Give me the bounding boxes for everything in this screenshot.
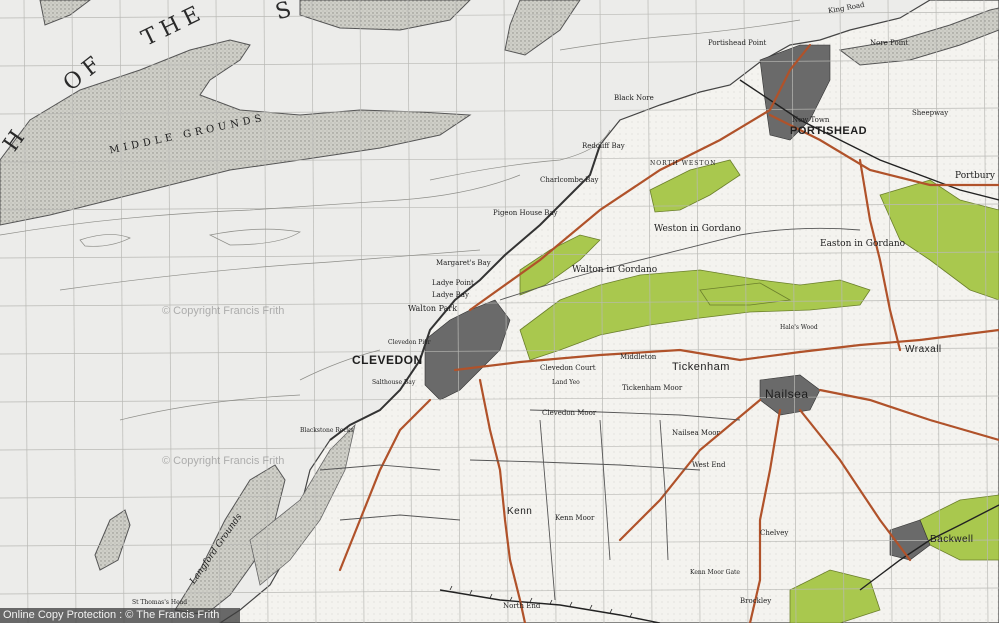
easton-in-gordano-label: Easton in Gordano <box>820 239 906 249</box>
margarets-bay-label: Margaret's Bay <box>436 259 491 267</box>
brockley-label: Brockley <box>740 597 772 605</box>
watermark-top: © Copyright Francis Frith <box>162 305 285 317</box>
clevedon-court-label: Clevedon Court <box>540 364 596 372</box>
blackstone-rocks-label: Blackstone Rocks <box>300 427 354 434</box>
ladye-bay-label: Ladye Bay <box>432 291 469 299</box>
black-nore-label: Black Nore <box>614 94 654 102</box>
watermark-bottom: © Copyright Francis Frith <box>162 455 285 467</box>
portbury-label: Portbury <box>955 171 995 181</box>
new-town-label: New Town <box>792 116 830 124</box>
west-end-label: West End <box>692 461 726 469</box>
tickenham-moor-label: Tickenham Moor <box>622 384 683 392</box>
ladye-point-label: Ladye Point <box>432 279 474 287</box>
weston-in-gordano-label: Weston in Gordano <box>654 224 741 234</box>
tickenham-label: Tickenham <box>672 361 730 373</box>
kenn-moor-gate-label: Kenn Moor Gate <box>690 569 740 576</box>
chelvey-label: Chelvey <box>760 529 789 537</box>
copyright-notice: Online Copy Protection : © The Francis F… <box>0 608 240 623</box>
north-end-label: North End <box>503 602 541 610</box>
kenn-label: Kenn <box>507 506 533 517</box>
nailsea-label: Nailsea <box>765 387 809 401</box>
wraxall-label: Wraxall <box>905 344 942 355</box>
backwell-label: Backwell <box>930 534 974 545</box>
land-yeo-label: Land Yeo <box>552 379 580 386</box>
portishead-label: PORTISHEAD <box>790 125 868 137</box>
pigeon-house-bay-label: Pigeon House Bay <box>493 209 558 217</box>
walton-park-label: Walton Park <box>408 304 458 313</box>
nore-point-label: Nore Point <box>870 39 909 47</box>
kenn-moor-label: Kenn Moor <box>555 514 595 522</box>
walton-in-gordano-label: Walton in Gordano <box>572 265 658 275</box>
hales-wood-label: Hale's Wood <box>780 324 818 331</box>
st-thomas-head-label: St Thomas's Head <box>132 599 188 606</box>
map-base-layer <box>0 0 999 623</box>
clevedon-moor-label: Clevedon Moor <box>542 409 597 417</box>
salthouse-bay-label: Salthouse Bay <box>372 379 416 386</box>
portishead-point-label: Portishead Point <box>708 39 767 47</box>
north-weston-label: NORTH WESTON <box>650 160 717 167</box>
charlcombe-bay-label: Charlcombe Bay <box>540 176 599 184</box>
clevedon-pier-label: Clevedon Pier <box>388 339 431 346</box>
nailsea-moor-label: Nailsea Moor <box>672 429 720 437</box>
middleton-label: Middleton <box>620 353 657 361</box>
sheepway-label: Sheepway <box>912 109 949 117</box>
map-canvas[interactable]: H OF THE S MIDDLE GROUNDS Langford Groun… <box>0 0 999 623</box>
clevedon-label: CLEVEDON <box>352 353 423 367</box>
redcliff-bay-label: Redcliff Bay <box>582 142 625 150</box>
